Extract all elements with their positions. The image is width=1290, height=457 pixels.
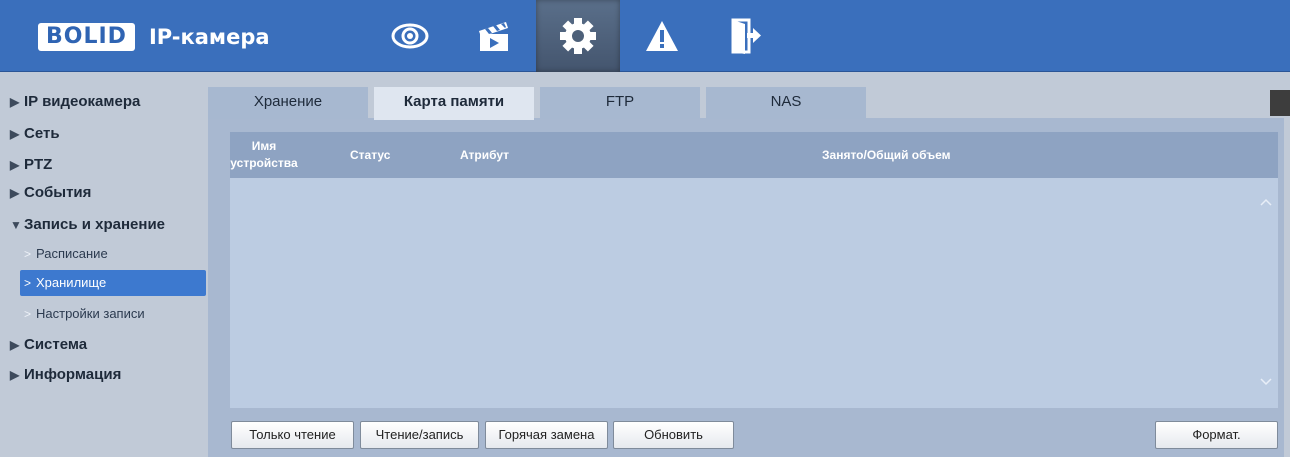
sidebar-subitem-storage[interactable]: > Хранилище — [20, 270, 206, 296]
sidebar-item-ip-camera[interactable]: ▶ IP видеокамера — [10, 91, 140, 113]
column-attribute: Атрибут — [460, 148, 510, 162]
sidebar-item-events[interactable]: ▶ События — [10, 182, 91, 204]
chevron-right-icon: > — [24, 276, 32, 290]
sidebar-item-record-storage[interactable]: ▼ Запись и хранение — [10, 214, 165, 236]
sidebar-item-system[interactable]: ▶ Система — [10, 334, 87, 356]
sidebar-item-info[interactable]: ▶ Информация — [10, 364, 121, 386]
table-body — [230, 178, 1278, 408]
sidebar-item-network[interactable]: ▶ Сеть — [10, 123, 60, 145]
scroll-down-icon[interactable] — [1259, 375, 1273, 389]
column-status: Статус — [350, 148, 391, 162]
column-device-name: Имя устройства — [230, 139, 298, 170]
tab-bar: Хранение Карта памяти FTP NAS — [208, 87, 1284, 120]
sidebar-subitem-record-settings[interactable]: > Настройки записи — [20, 301, 206, 327]
eye-icon[interactable] — [368, 0, 452, 72]
tab-ftp[interactable]: FTP — [540, 87, 700, 119]
table-header: Имя устройства Статус Атрибут Занято/Общ… — [230, 132, 1278, 178]
refresh-button[interactable]: Обновить — [613, 421, 734, 449]
expand-triangle-icon: ▶ — [10, 95, 20, 109]
column-used-total: Занято/Общий объем — [822, 148, 951, 162]
warning-icon[interactable] — [620, 0, 704, 72]
sidebar-item-ptz[interactable]: ▶ PTZ — [10, 154, 52, 176]
logo: BOLID IP-камера — [38, 23, 270, 51]
tab-nas[interactable]: NAS — [706, 87, 866, 119]
app-title: IP-камера — [148, 25, 270, 49]
scroll-up-icon[interactable] — [1259, 195, 1273, 209]
expand-triangle-icon: ▶ — [10, 338, 20, 352]
collapse-triangle-icon: ▼ — [10, 218, 22, 232]
expand-triangle-icon: ▶ — [10, 186, 20, 200]
clapperboard-icon[interactable] — [452, 0, 536, 72]
read-write-button[interactable]: Чтение/запись — [360, 421, 479, 449]
top-header: BOLID IP-камера — [0, 0, 1290, 72]
chevron-right-icon: > — [24, 247, 32, 261]
hot-swap-button[interactable]: Горячая замена — [485, 421, 608, 449]
expand-triangle-icon: ▶ — [10, 127, 20, 141]
expand-triangle-icon: ▶ — [10, 158, 20, 172]
read-only-button[interactable]: Только чтение — [231, 421, 354, 449]
gear-icon[interactable] — [536, 0, 620, 72]
format-button[interactable]: Формат. — [1155, 421, 1278, 449]
exit-icon[interactable] — [704, 0, 788, 72]
tab-storage[interactable]: Хранение — [208, 87, 368, 119]
logo-mark: BOLID — [38, 23, 135, 51]
chevron-right-icon: > — [24, 307, 32, 321]
expand-triangle-icon: ▶ — [10, 368, 20, 382]
tab-memory-card[interactable]: Карта памяти — [374, 87, 534, 120]
sidebar-subitem-schedule[interactable]: > Расписание — [20, 241, 206, 267]
table-scrollbar[interactable] — [1254, 178, 1278, 408]
